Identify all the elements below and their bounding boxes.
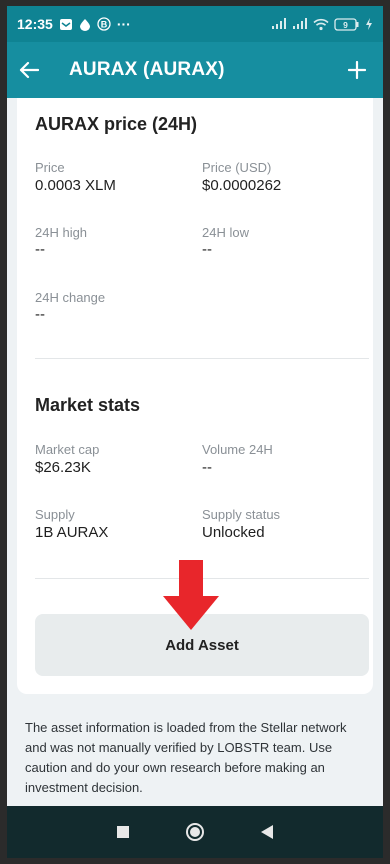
high-label: 24H high xyxy=(35,225,88,240)
phone-screen: 12:35 B ··· 9 AURAX (AURAX) AURAX price … xyxy=(7,6,383,858)
square-icon xyxy=(117,826,129,838)
supply-value: 1B AURAX xyxy=(35,524,109,541)
circle-icon xyxy=(186,823,204,841)
add-button[interactable] xyxy=(343,56,371,84)
drop-icon xyxy=(79,18,91,31)
wifi-icon xyxy=(313,18,329,31)
battery-level: 9 xyxy=(343,20,348,30)
back-button[interactable] xyxy=(19,52,55,88)
home-button[interactable] xyxy=(179,816,211,848)
change-label: 24H change xyxy=(35,290,106,305)
market-cap-value: $26.23K xyxy=(35,459,91,476)
low-label: 24H low xyxy=(202,225,249,240)
signal-icon xyxy=(271,18,287,30)
disclaimer-text: The asset information is loaded from the… xyxy=(25,720,347,795)
price-usd-label: Price (USD) xyxy=(202,160,272,175)
volume-label: Volume 24H xyxy=(202,442,273,457)
charging-icon xyxy=(365,18,373,30)
price-usd-value: $0.0000262 xyxy=(202,177,282,194)
back-nav-button[interactable] xyxy=(251,816,283,848)
notification-b-icon: B xyxy=(97,17,111,31)
triangle-left-icon xyxy=(261,825,273,839)
message-icon xyxy=(59,18,73,31)
supply-status-label: Supply status xyxy=(202,507,281,522)
signal-2-icon xyxy=(292,18,308,30)
supply-status-value: Unlocked xyxy=(202,524,265,541)
price-value: 0.0003 XLM xyxy=(35,177,116,194)
status-bar: 12:35 B ··· 9 xyxy=(7,6,383,42)
svg-text:B: B xyxy=(101,20,108,30)
system-nav-bar xyxy=(7,806,383,858)
app-bar: AURAX (AURAX) xyxy=(7,42,383,98)
market-cap-label: Market cap xyxy=(35,442,100,457)
battery-icon: 9 xyxy=(334,17,360,31)
plus-icon xyxy=(348,61,366,79)
asset-details-card: AURAX price (24H) Price 0.0003 XLM Price… xyxy=(17,98,373,694)
change-value: -- xyxy=(35,306,45,323)
high-value: -- xyxy=(35,241,45,258)
page-title: AURAX (AURAX) xyxy=(69,59,225,80)
status-time: 12:35 xyxy=(17,16,53,32)
market-section-title: Market stats xyxy=(35,395,141,415)
supply-label: Supply xyxy=(35,507,75,522)
price-section-title: AURAX price (24H) xyxy=(35,114,198,134)
add-asset-label: Add Asset xyxy=(165,636,239,654)
low-value: -- xyxy=(202,241,212,258)
volume-value: -- xyxy=(202,459,212,476)
status-more: ··· xyxy=(116,16,131,32)
arrow-left-icon xyxy=(19,61,39,79)
price-label: Price xyxy=(35,160,65,175)
recents-button[interactable] xyxy=(107,816,139,848)
red-arrow-down-icon xyxy=(163,560,219,630)
section-divider xyxy=(35,358,369,359)
